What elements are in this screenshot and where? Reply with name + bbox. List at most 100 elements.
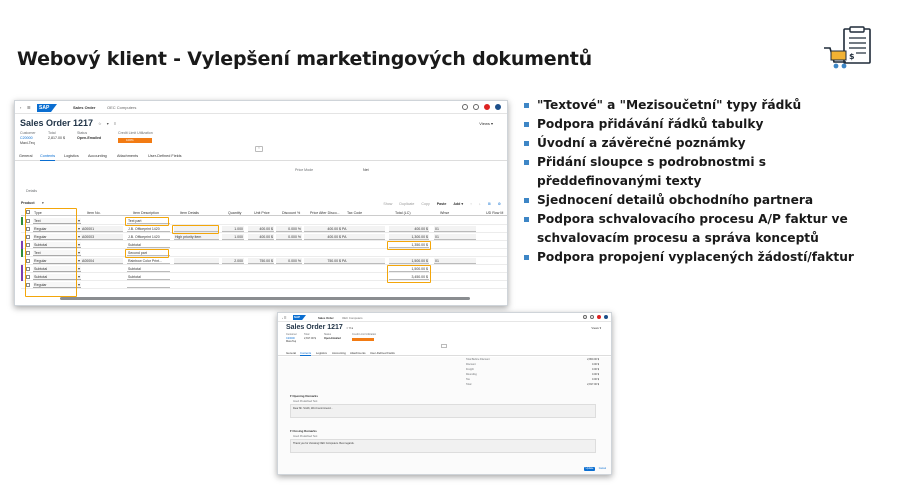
item-description-cell[interactable]: J.B. Officeprint 1420: [127, 226, 170, 232]
chevron-down-icon[interactable]: ▾: [42, 201, 44, 205]
table-row[interactable]: TextSecond part: [21, 249, 507, 257]
quantity-cell[interactable]: 1.000: [222, 234, 244, 240]
help-icon[interactable]: [473, 104, 479, 110]
table-row[interactable]: RegularA00003J.B. Officeprint 1420High p…: [21, 233, 507, 241]
tab-general[interactable]: General: [286, 351, 296, 355]
closing-remarks-title[interactable]: ▾ Closing Remarks: [290, 429, 317, 433]
item-description-cell[interactable]: J.B. Officeprint 1420: [127, 234, 170, 240]
tab-accounting[interactable]: Accounting: [88, 154, 107, 158]
menu-icon[interactable]: ☰: [27, 105, 31, 110]
discount-cell[interactable]: 0.000 %: [276, 226, 302, 232]
item-description-cell[interactable]: Subtotal: [127, 266, 170, 272]
discount-cell[interactable]: 0.000 %: [276, 234, 302, 240]
column-header[interactable]: Total (LC): [395, 211, 411, 215]
column-header[interactable]: Quantity: [228, 211, 241, 215]
tab-attachments[interactable]: Attachments: [117, 154, 138, 158]
item-number-cell[interactable]: A00004: [81, 258, 123, 264]
add-button[interactable]: Add ▾: [453, 202, 463, 206]
total-cell[interactable]: 1,300.00 $: [389, 234, 429, 240]
column-header[interactable]: Unit Price: [254, 211, 270, 215]
back-icon[interactable]: ‹ ☰: [282, 316, 286, 320]
quantity-cell[interactable]: 1.000: [222, 226, 244, 232]
avatar[interactable]: [604, 315, 608, 319]
tab-logistics[interactable]: Logistics: [316, 351, 327, 355]
tab-user-defined-fields[interactable]: User-Defined Fields: [370, 351, 395, 355]
item-description-cell[interactable]: Subtotal: [127, 242, 170, 248]
price-after-discount-cell[interactable]: 400.00 $: [304, 226, 342, 232]
tab-general[interactable]: General: [19, 154, 33, 158]
item-details-cell[interactable]: High priority item: [174, 234, 219, 240]
opening-remarks-textarea[interactable]: Dear Mr. Smith, We'd recommend...: [290, 404, 596, 418]
tab-accounting[interactable]: Accounting: [332, 351, 346, 355]
unit-price-cell[interactable]: 400.00 $: [248, 234, 274, 240]
table-row[interactable]: SubtotalSubtotal1,500.00 $: [21, 265, 507, 273]
warehouse-cell[interactable]: 01: [434, 234, 476, 240]
price-after-discount-cell[interactable]: 750.00 $: [304, 258, 342, 264]
move-down-icon[interactable]: ↓: [479, 202, 481, 206]
column-header[interactable]: Item No.: [87, 211, 101, 215]
show-button[interactable]: Show: [383, 202, 392, 206]
title-controls[interactable]: ☆ ▾ ≡: [98, 121, 118, 126]
tax-code-cell[interactable]: PA: [341, 234, 385, 240]
discount-cell[interactable]: 0.000 %: [276, 258, 302, 264]
product-dropdown[interactable]: Product: [21, 201, 35, 205]
unit-price-cell[interactable]: 400.00 $: [248, 226, 274, 232]
tab-attachments[interactable]: Attachments: [350, 351, 366, 355]
move-up-icon[interactable]: ↑: [470, 202, 472, 206]
search-icon[interactable]: [462, 104, 468, 110]
tax-code-cell[interactable]: PA: [341, 226, 385, 232]
table-row[interactable]: RegularA00004Rainbow Color Print...2.000…: [21, 257, 507, 265]
views-button[interactable]: Views ▾: [591, 326, 601, 330]
column-header[interactable]: Item Details: [180, 211, 199, 215]
back-icon[interactable]: ‹: [20, 105, 21, 110]
columns-icon[interactable]: ⊞: [488, 202, 491, 206]
update-button[interactable]: Update: [584, 467, 595, 471]
tab-user-defined-fields[interactable]: User-Defined Fields: [148, 154, 182, 158]
table-row[interactable]: SubtotalSubtotal3,450.00 $: [21, 273, 507, 281]
quantity-cell[interactable]: 2.000: [222, 258, 244, 264]
views-button[interactable]: Views ▾: [479, 121, 493, 126]
gear-icon[interactable]: ⚙: [498, 202, 501, 206]
table-row[interactable]: TextText part: [21, 217, 507, 225]
duplicate-button[interactable]: Duplicate: [399, 202, 414, 206]
warehouse-cell[interactable]: 01: [434, 258, 476, 264]
item-number-cell[interactable]: A00003: [81, 234, 123, 240]
title-controls[interactable]: ☆ ▾ ≡: [346, 326, 353, 330]
unit-price-cell[interactable]: 750.00 $: [248, 258, 274, 264]
column-header[interactable]: Tax Code: [347, 211, 362, 215]
collapse-header-button[interactable]: [441, 344, 447, 348]
item-number-cell[interactable]: A00001: [81, 226, 123, 232]
item-description-cell[interactable]: [127, 282, 170, 288]
notification-icon[interactable]: [484, 104, 490, 110]
tab-logistics[interactable]: Logistics: [64, 154, 79, 158]
table-row[interactable]: Regular: [21, 281, 507, 289]
column-header[interactable]: Item Description: [133, 211, 159, 215]
tab-contents[interactable]: Contents: [300, 351, 312, 356]
notification-icon[interactable]: [597, 315, 601, 319]
warehouse-cell[interactable]: 01: [434, 226, 476, 232]
help-icon[interactable]: [590, 315, 594, 319]
closing-remarks-textarea[interactable]: Thank you for choosing OEC Computers. Be…: [290, 439, 596, 453]
horizontal-scrollbar[interactable]: [60, 297, 470, 300]
total-cell[interactable]: 400.00 $: [389, 226, 429, 232]
tab-contents[interactable]: Contents: [40, 154, 56, 161]
price-after-discount-cell[interactable]: 400.00 $: [304, 234, 342, 240]
item-description-cell[interactable]: Subtotal: [127, 274, 170, 280]
table-row[interactable]: SubtotalSubtotal1,350.00 $: [21, 241, 507, 249]
price-mode-value[interactable]: Net: [363, 168, 369, 172]
cancel-button[interactable]: Cancel: [597, 467, 608, 471]
column-header[interactable]: Whse: [440, 211, 449, 215]
item-description-cell[interactable]: Rainbow Color Print...: [127, 258, 170, 264]
column-header[interactable]: Price After Disco...: [310, 211, 340, 215]
table-row[interactable]: RegularA00001J.B. Officeprint 14201.0004…: [21, 225, 507, 233]
copy-button[interactable]: Copy: [421, 202, 429, 206]
item-details-cell[interactable]: [174, 258, 219, 264]
avatar[interactable]: [495, 104, 501, 110]
search-icon[interactable]: [583, 315, 587, 319]
column-header[interactable]: Discount %: [282, 211, 300, 215]
tax-code-cell[interactable]: PA: [341, 258, 385, 264]
paste-button[interactable]: Paste: [437, 202, 447, 206]
column-header[interactable]: UD Row M: [486, 211, 503, 215]
total-cell[interactable]: 1,500.00 $: [389, 258, 429, 264]
opening-remarks-title[interactable]: ▾ Opening Remarks: [290, 394, 318, 398]
